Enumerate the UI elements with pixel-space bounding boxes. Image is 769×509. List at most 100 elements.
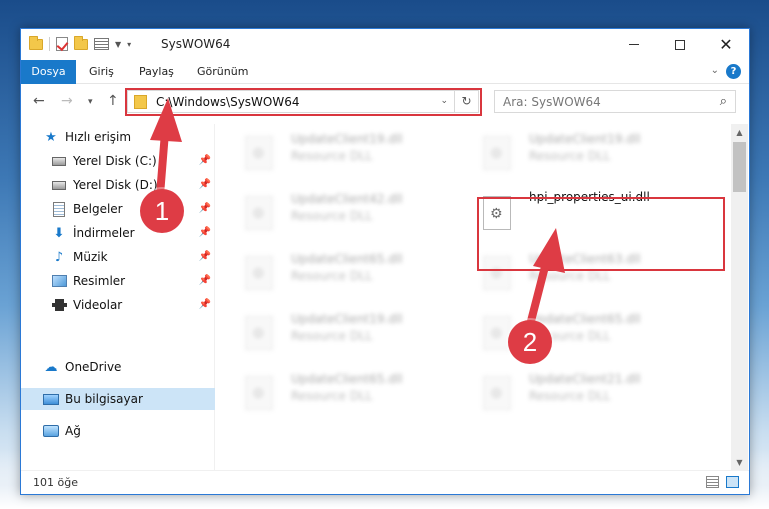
sidebar-item-label: Resimler [73,274,126,288]
large-icons-view-icon[interactable] [726,476,739,488]
sidebar-item-label: Videolar [73,298,123,312]
quick-access-dropdown-icon[interactable]: ▾ [127,40,131,49]
minimize-button[interactable] [611,29,657,60]
sidebar-item-label: Hızlı erişim [65,130,132,144]
expand-ribbon-chevron-icon[interactable]: ⌄ [711,65,719,76]
up-arrow-icon[interactable]: ↑ [107,93,119,109]
recent-locations-chevron-icon[interactable]: ▾ [88,97,93,107]
pin-icon[interactable]: 📌 [199,251,211,262]
disk-icon [52,156,66,166]
maximize-icon [675,39,685,50]
ribbon-tabs: Dosya Giriş Paylaş Görünüm ⌄ ? [21,60,749,84]
dll-file-icon [483,316,511,350]
dll-file-icon [483,376,511,410]
sidebar-item-label: Yerel Disk (D:) [73,178,158,192]
navigation-pane: ★ Hızlı erişim Yerel Disk (C:) 📌 Yerel D… [21,124,215,471]
dll-file-icon [483,136,511,170]
pin-icon[interactable]: 📌 [199,227,211,238]
scroll-thumb[interactable] [733,142,746,192]
sidebar-item-label: Bu bilgisayar [65,392,143,406]
window-title: SysWOW64 [161,37,231,51]
search-input[interactable]: Ara: SysWOW64 [503,95,601,109]
sidebar-item-documents[interactable]: Belgeler 📌 [21,198,215,220]
sidebar-item-disk-d[interactable]: Yerel Disk (D:) 📌 [21,174,215,196]
pin-icon[interactable]: 📌 [199,275,211,286]
back-arrow-icon[interactable]: ← [33,93,45,109]
forward-arrow-icon[interactable]: → [61,93,73,109]
cloud-icon: ☁ [44,359,58,375]
sidebar-item-network[interactable]: Ağ [21,420,215,442]
dll-file-icon [245,376,273,410]
sidebar-item-downloads[interactable]: ⬇ İndirmeler 📌 [21,222,215,244]
chevron-down-icon[interactable]: ▼ [115,40,121,49]
search-icon[interactable]: ⌕ [720,94,727,109]
customize-icon[interactable] [94,38,109,50]
sidebar-item-label: Belgeler [73,202,123,216]
file-item[interactable]: UpdateClient65.dll Resource DLL [221,250,441,292]
pin-icon[interactable]: 📌 [199,299,211,310]
sidebar-item-label: İndirmeler [73,226,135,240]
computer-icon [43,393,59,405]
sidebar-item-label: OneDrive [65,360,122,374]
step-badge-1: 1 [140,189,184,233]
sidebar-item-label: Müzik [73,250,108,264]
close-button[interactable]: ✕ [703,29,749,60]
new-folder-icon[interactable] [74,35,88,50]
sidebar-item-quick-access[interactable]: ★ Hızlı erişim [21,126,215,148]
sidebar-item-label: Yerel Disk (C:) [73,154,157,168]
pin-icon[interactable]: 📌 [199,179,211,190]
sidebar-item-label: Ağ [65,424,81,438]
dll-file-icon [245,256,273,290]
close-icon: ✕ [719,34,733,54]
file-item[interactable]: UpdateClient42.dll Resource DLL [221,190,441,232]
dll-file-icon [245,196,273,230]
tab-gorunum[interactable]: Görünüm [191,60,254,84]
title-bar: ▼ ▾ SysWOW64 ✕ [21,29,749,60]
star-icon: ★ [45,129,57,145]
details-view-icon[interactable] [706,476,719,488]
maximize-button[interactable] [657,29,703,60]
minimize-icon [629,44,639,45]
folder-icon [29,35,43,50]
sidebar-item-videos[interactable]: Videolar 📌 [21,294,215,316]
scroll-down-icon[interactable]: ▼ [731,454,748,471]
sidebar-item-music[interactable]: ♪ Müzik 📌 [21,246,215,268]
properties-check-icon[interactable] [56,37,68,51]
file-list: UpdateClient19.dll Resource DLL UpdateCl… [216,124,731,471]
file-item[interactable]: UpdateClient19.dll Resource DLL [221,310,441,352]
file-item[interactable]: UpdateClient21.dll Resource DLL [459,370,679,412]
sidebar-item-this-pc[interactable]: Bu bilgisayar [21,388,215,410]
file-item[interactable]: UpdateClient65.dll Resource DLL [459,310,679,352]
quick-access-toolbar: ▼ ▾ [29,35,131,51]
tab-giris[interactable]: Giriş [83,60,120,84]
help-icon[interactable]: ? [726,64,741,79]
item-count: 101 öğe [33,476,78,489]
network-icon [43,425,59,437]
sidebar-item-pictures[interactable]: Resimler 📌 [21,270,215,292]
file-explorer-window: ▼ ▾ SysWOW64 ✕ Dosya Giriş Paylaş Görünü… [20,28,750,495]
scroll-up-icon[interactable]: ▲ [731,124,748,141]
file-highlight-box [477,197,725,271]
music-icon: ♪ [54,249,64,265]
disk-icon [52,180,66,190]
status-bar: 101 öğe [21,470,749,494]
sidebar-item-onedrive[interactable]: ☁ OneDrive [21,356,215,378]
document-icon [53,201,65,217]
pin-icon[interactable]: 📌 [199,155,211,166]
video-icon [51,299,67,311]
dll-file-icon [245,316,273,350]
file-item[interactable]: UpdateClient19.dll Resource DLL [459,130,679,172]
vertical-scrollbar[interactable]: ▲ ▼ [731,124,748,471]
search-box[interactable]: Ara: SysWOW64 ⌕ [494,90,736,113]
step-badge-2: 2 [508,320,552,364]
picture-icon [51,275,67,287]
dll-file-icon [245,136,273,170]
sidebar-item-disk-c[interactable]: Yerel Disk (C:) 📌 [21,150,215,172]
file-item[interactable]: UpdateClient65.dll Resource DLL [221,370,441,412]
tab-dosya[interactable]: Dosya [21,60,76,84]
pin-icon[interactable]: 📌 [199,203,211,214]
tab-paylas[interactable]: Paylaş [133,60,180,84]
download-icon: ⬇ [53,225,65,241]
file-item[interactable]: UpdateClient19.dll Resource DLL [221,130,441,172]
address-highlight-box [125,88,482,116]
